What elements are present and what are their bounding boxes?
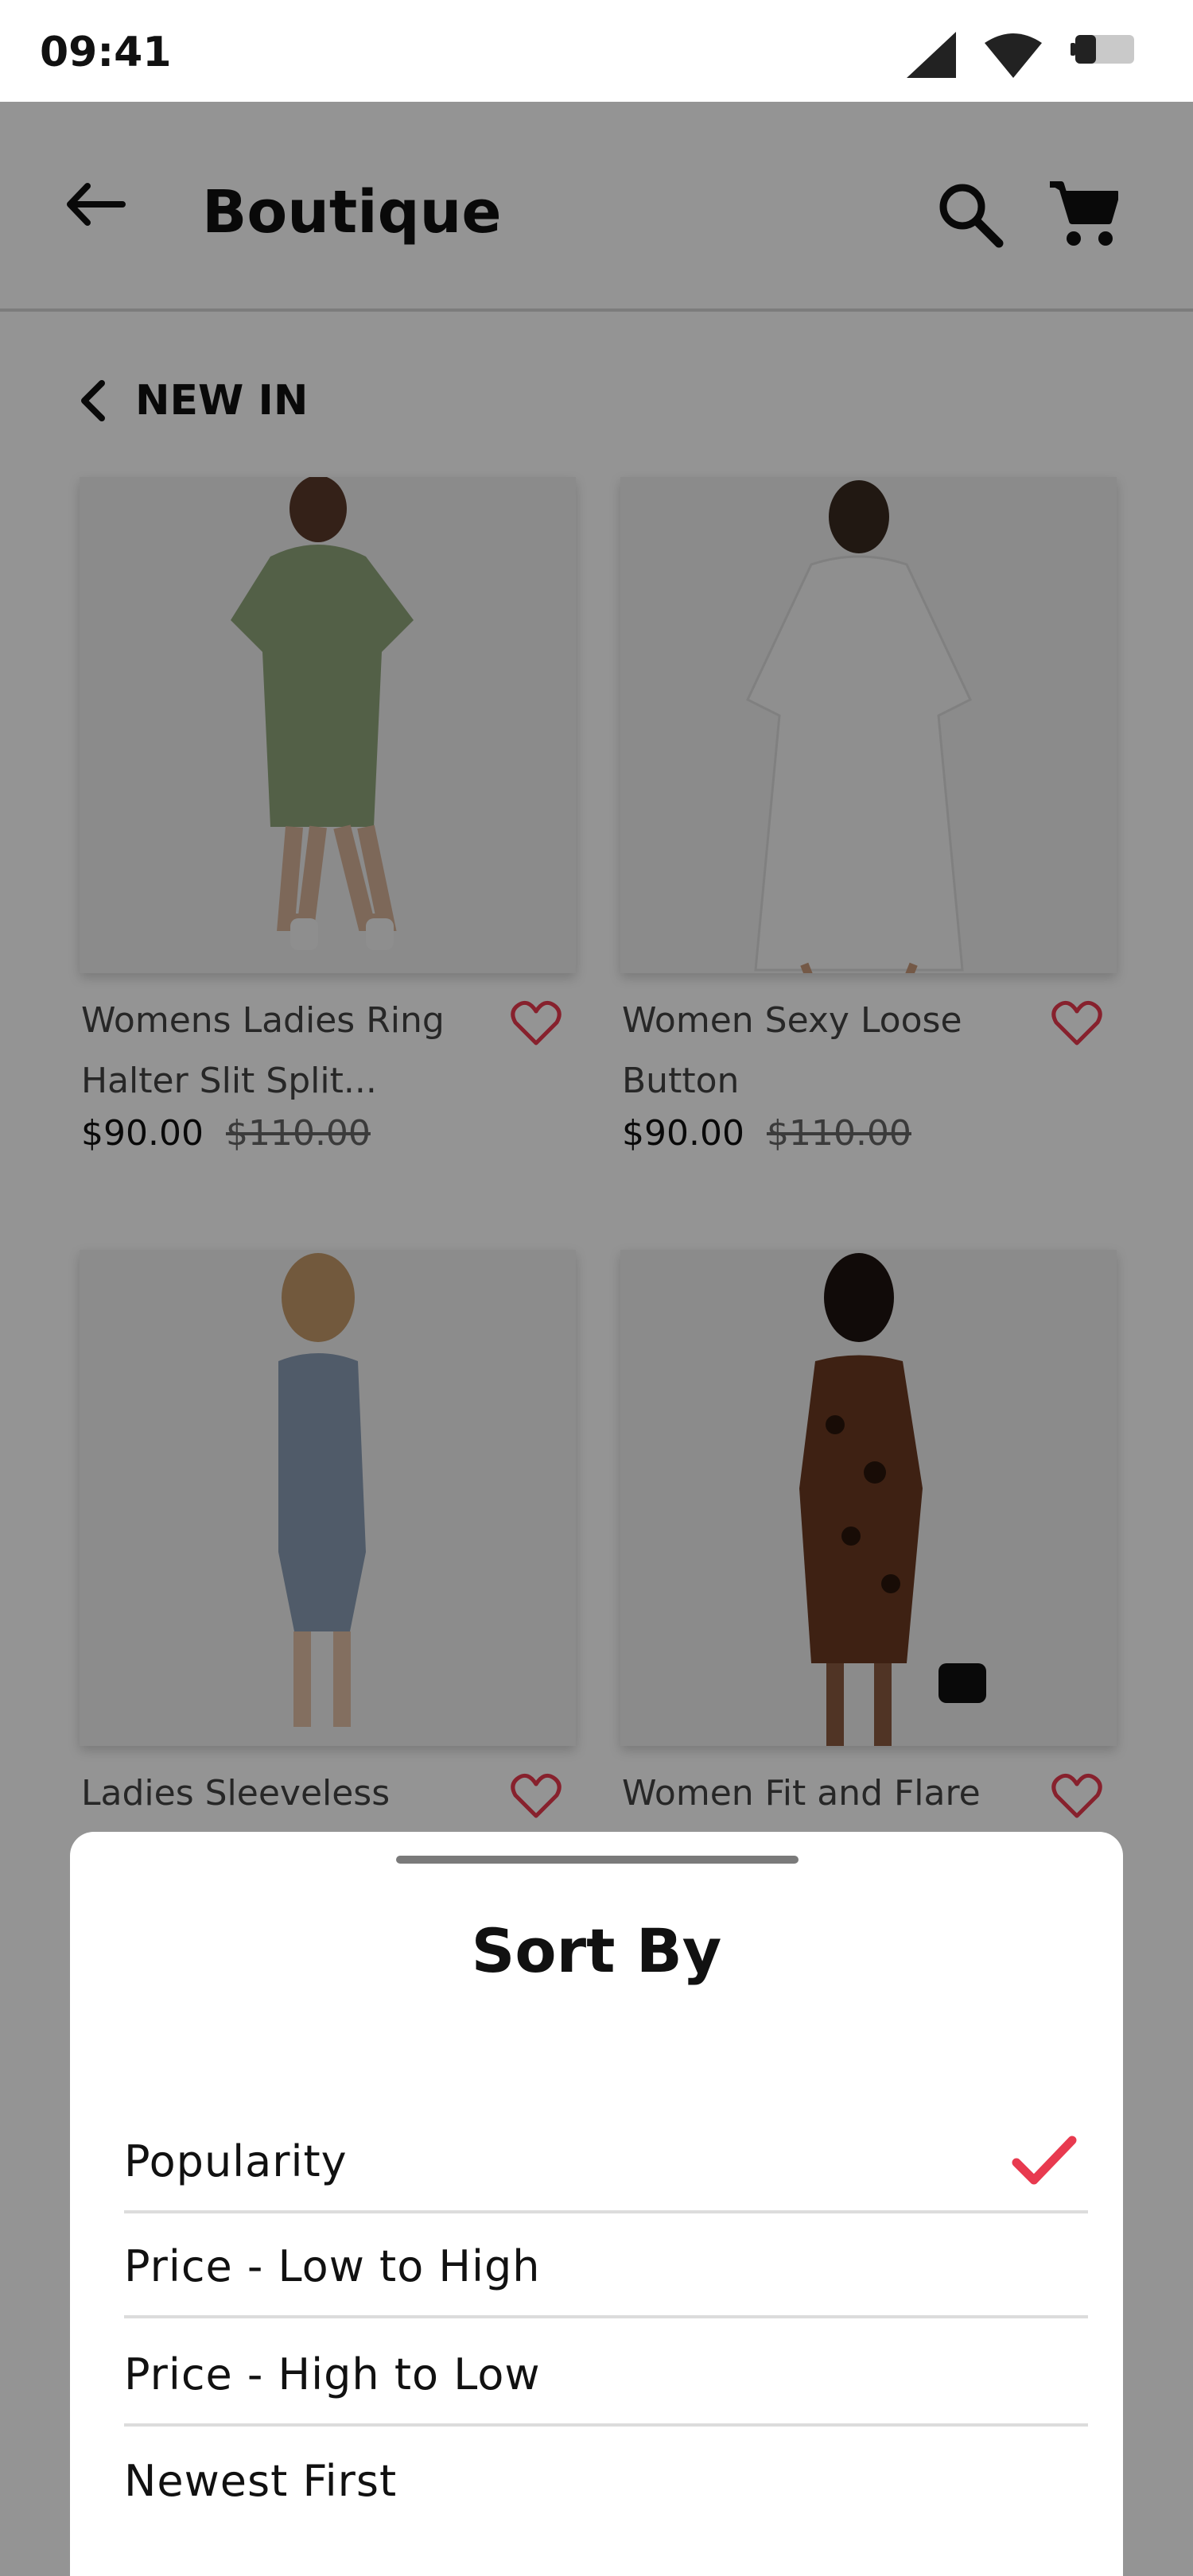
sort-option-newest-first[interactable]: Newest First (124, 2430, 1088, 2531)
sort-option-label: Newest First (124, 2455, 398, 2506)
signal-icon (907, 32, 956, 78)
sort-option-label: Popularity (124, 2136, 348, 2186)
sort-bottom-sheet: Sort By Popularity Price - Low to High P… (70, 1832, 1123, 2576)
sort-option-label: Price - Low to High (124, 2240, 541, 2291)
check-icon (1012, 2136, 1077, 2185)
status-time: 09:41 (40, 29, 172, 76)
sort-option-popularity[interactable]: Popularity (124, 2112, 1088, 2213)
battery-icon (1071, 35, 1134, 64)
sort-option-price-high-low[interactable]: Price - High to Low (124, 2325, 1088, 2427)
sort-option-label: Price - High to Low (124, 2349, 541, 2399)
sheet-title: Sort By (471, 1915, 722, 1986)
drag-handle[interactable] (396, 1856, 799, 1864)
sort-option-price-low-high[interactable]: Price - Low to High (124, 2217, 1088, 2318)
wifi-icon (985, 33, 1042, 78)
status-bar: 09:41 (0, 0, 1193, 102)
